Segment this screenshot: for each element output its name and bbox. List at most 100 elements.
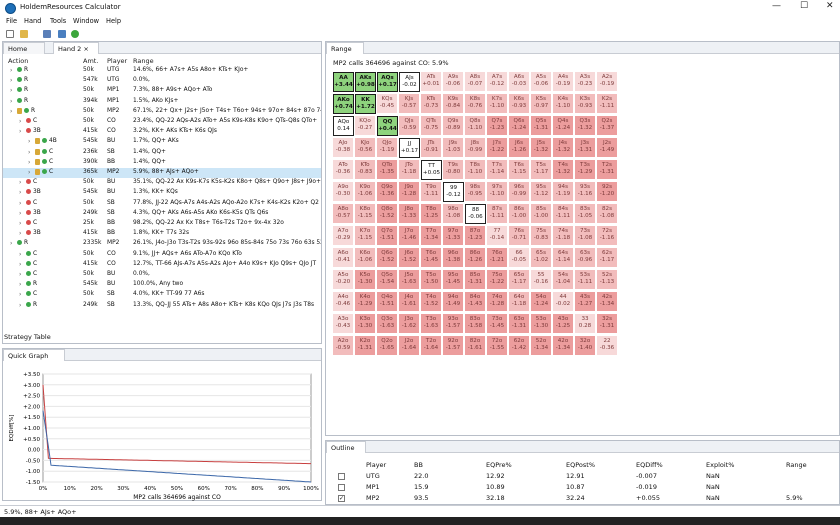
range-cell-43o[interactable]: 43o -1.25 (553, 314, 574, 334)
range-cell-77[interactable]: 77 -0.14 (487, 226, 508, 246)
range-cell-85o[interactable]: 85o -1.31 (465, 270, 486, 290)
run-icon[interactable] (71, 30, 79, 38)
range-cell-q3s[interactable]: Q3s -1.32 (575, 116, 596, 136)
range-cell-t7s[interactable]: T7s -1.14 (487, 160, 508, 180)
range-cell-aa[interactable]: AA +3.44 (333, 72, 354, 92)
range-cell-q4o[interactable]: Q4o -1.51 (377, 292, 398, 312)
range-cell-q3o[interactable]: Q3o -1.63 (377, 314, 398, 334)
tab-quick-graph[interactable]: Quick Graph (3, 349, 65, 361)
range-cell-84s[interactable]: 84s -1.11 (553, 204, 574, 224)
range-cell-aks[interactable]: AKs +0.98 (355, 72, 376, 92)
outline-header[interactable]: Player (366, 461, 386, 469)
range-cell-44[interactable]: 44 -0.02 (553, 292, 574, 312)
range-cell-k5s[interactable]: K5s -0.97 (531, 94, 552, 114)
range-cell-k2s[interactable]: K2s -1.11 (597, 94, 618, 114)
chevron-right-icon[interactable]: › (10, 108, 12, 115)
range-cell-82o[interactable]: 82o -1.61 (465, 336, 486, 356)
table-row[interactable]: › C 50k SB 77.8%, JJ-22 AQs-A7s A4s-A2s AQo-… (3, 199, 321, 209)
range-cell-a5s[interactable]: A5s -0.06 (531, 72, 552, 92)
chevron-right-icon[interactable]: › (19, 189, 21, 196)
save-icon[interactable] (43, 30, 51, 38)
range-cell-55[interactable]: 55 -0.16 (531, 270, 552, 290)
range-cell-j7o[interactable]: J7o -1.46 (399, 226, 420, 246)
range-cell-j2o[interactable]: J2o -1.64 (399, 336, 420, 356)
range-cell-a7s[interactable]: A7s -0.12 (487, 72, 508, 92)
range-cell-jj[interactable]: JJ +0.17 (399, 138, 420, 158)
chevron-right-icon[interactable]: › (19, 230, 21, 237)
range-cell-t8o[interactable]: T8o -1.25 (421, 204, 442, 224)
range-cell-73o[interactable]: 73o -1.45 (487, 314, 508, 334)
tab-hand-2[interactable]: Hand 2 × (53, 42, 99, 54)
range-cell-22[interactable]: 22 -0.36 (597, 336, 618, 356)
outline-header[interactable]: Range (786, 461, 807, 469)
range-cell-63s[interactable]: 63s -0.96 (575, 248, 596, 268)
chevron-right-icon[interactable]: › (19, 302, 21, 309)
range-cell-96o[interactable]: 96o -1.38 (443, 248, 464, 268)
table-row[interactable]: › 3B 249k SB 4.3%, QQ+ AKs A6s-A5s AKo K6s-K… (3, 209, 321, 219)
range-cell-t5o[interactable]: T5o -1.50 (421, 270, 442, 290)
chevron-right-icon[interactable]: › (28, 138, 30, 145)
range-cell-t6s[interactable]: T6s -1.15 (509, 160, 530, 180)
range-cell-86s[interactable]: 86s -1.00 (509, 204, 530, 224)
table-row[interactable]: › C 50k CO 23.4%, QQ-22 AQs-A2s ATo+ A5s K9s… (3, 117, 321, 127)
chevron-right-icon[interactable]: › (19, 271, 21, 278)
range-cell-a3s[interactable]: A3s -0.23 (575, 72, 596, 92)
range-cell-94s[interactable]: 94s -1.19 (553, 182, 574, 202)
range-cell-j5s[interactable]: J5s -1.32 (531, 138, 552, 158)
range-cell-jts[interactable]: JTs -0.91 (421, 138, 442, 158)
range-cell-ato[interactable]: ATo -0.36 (333, 160, 354, 180)
outline-row-checkbox[interactable]: ✓ (338, 495, 345, 502)
range-cell-65s[interactable]: 65s -1.02 (531, 248, 552, 268)
range-cell-q5s[interactable]: Q5s -1.31 (531, 116, 552, 136)
range-cell-74o[interactable]: 74o -1.28 (487, 292, 508, 312)
range-cell-t2o[interactable]: T2o -1.64 (421, 336, 442, 356)
tab-range[interactable]: Range (326, 42, 364, 54)
range-cell-q6o[interactable]: Q6o -1.52 (377, 248, 398, 268)
range-cell-kts[interactable]: KTs -0.73 (421, 94, 442, 114)
range-cell-q8s[interactable]: Q8s -1.10 (465, 116, 486, 136)
range-cell-98o[interactable]: 98o -1.08 (443, 204, 464, 224)
outline-header[interactable]: EQPre% (486, 461, 512, 469)
range-cell-kqs[interactable]: KQs -0.45 (377, 94, 398, 114)
range-cell-99[interactable]: 99 -0.12 (443, 182, 464, 202)
chevron-right-icon[interactable]: › (19, 281, 21, 288)
table-row[interactable]: › R 545k BU 100.0%, Any two (3, 280, 321, 290)
range-cell-q9o[interactable]: Q9o -1.36 (377, 182, 398, 202)
close-icon[interactable]: × (83, 45, 88, 53)
range-cell-t8s[interactable]: T8s -1.10 (465, 160, 486, 180)
range-cell-kqo[interactable]: KQo -0.27 (355, 116, 376, 136)
table-row[interactable]: › R 394k MP1 1.5%, AKo KJs+ (3, 97, 321, 107)
range-cell-j6s[interactable]: J6s -1.26 (509, 138, 530, 158)
range-cell-a8s[interactable]: A8s -0.07 (465, 72, 486, 92)
chevron-right-icon[interactable]: › (19, 220, 21, 227)
outline-header[interactable]: Exploit% (706, 461, 734, 469)
chevron-right-icon[interactable]: › (10, 87, 12, 94)
range-cell-k9o[interactable]: K9o -1.06 (355, 182, 376, 202)
range-cell-t3o[interactable]: T3o -1.63 (421, 314, 442, 334)
range-cell-qjo[interactable]: QJo -1.19 (377, 138, 398, 158)
maximize-icon[interactable]: ☐ (800, 1, 808, 11)
range-cell-a4o[interactable]: A4o -0.46 (333, 292, 354, 312)
range-cell-q5o[interactable]: Q5o -1.54 (377, 270, 398, 290)
table-row[interactable]: › C 390k BB 1.4%, QQ+ (3, 158, 321, 168)
range-cell-k6o[interactable]: K6o -1.06 (355, 248, 376, 268)
range-cell-86o[interactable]: 86o -1.26 (465, 248, 486, 268)
table-row[interactable]: › 4B 545k BU 1.7%, QQ+ AKs (3, 137, 321, 147)
range-cell-ako[interactable]: AKo +0.74 (333, 94, 354, 114)
outline-row-checkbox[interactable] (338, 484, 345, 491)
range-cell-ajo[interactable]: AJo -0.38 (333, 138, 354, 158)
table-row[interactable]: › R 50k UTG 14.6%, 66+ A7s+ A5s A8o+ KTs+ KJ… (3, 66, 321, 76)
range-cell-t6o[interactable]: T6o -1.45 (421, 248, 442, 268)
range-cell-a3o[interactable]: A3o -0.43 (333, 314, 354, 334)
range-cell-73s[interactable]: 73s -1.08 (575, 226, 596, 246)
table-row[interactable]: › 3B 415k BB 1.8%, KK+ T7s 32s (3, 229, 321, 239)
range-cell-42o[interactable]: 42o -1.34 (553, 336, 574, 356)
range-cell-k8o[interactable]: K8o -1.15 (355, 204, 376, 224)
chevron-right-icon[interactable]: › (28, 169, 30, 176)
range-cell-k8s[interactable]: K8s -0.76 (465, 94, 486, 114)
range-cell-53s[interactable]: 53s -1.11 (575, 270, 596, 290)
range-cell-kjo[interactable]: KJo -0.56 (355, 138, 376, 158)
range-cell-97s[interactable]: 97s -1.10 (487, 182, 508, 202)
chevron-right-icon[interactable]: › (28, 159, 30, 166)
range-cell-k7s[interactable]: K7s -1.10 (487, 94, 508, 114)
